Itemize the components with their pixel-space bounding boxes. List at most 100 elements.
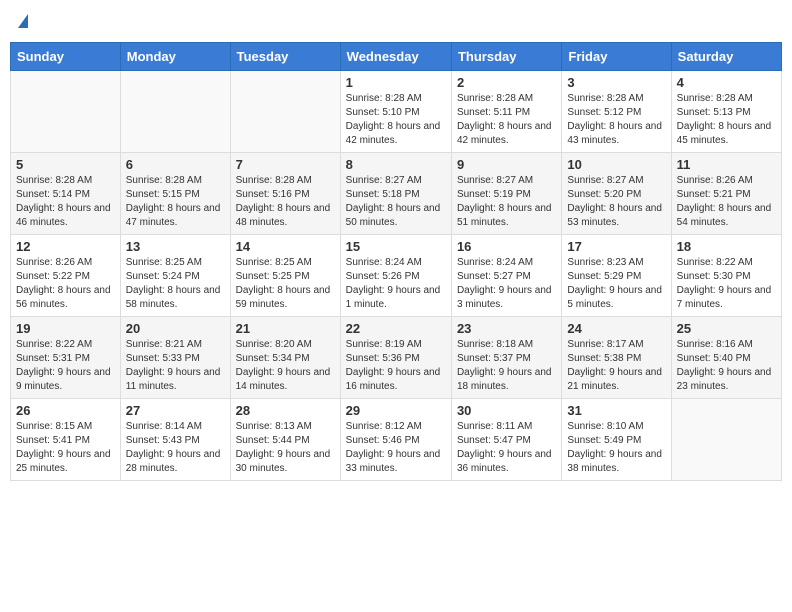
calendar-cell: 29 Sunrise: 8:12 AM Sunset: 5:46 PM Dayli… [340,399,451,481]
day-info: Sunrise: 8:27 AM Sunset: 5:18 PM Dayligh… [346,174,446,230]
day-number: 22 [346,321,446,336]
calendar-cell: 22 Sunrise: 8:19 AM Sunset: 5:36 PM Dayli… [340,317,451,399]
day-info: Sunrise: 8:28 AM Sunset: 5:16 PM Dayligh… [236,174,335,230]
logo [16,14,28,30]
day-number: 26 [16,403,115,418]
weekday-header-wednesday: Wednesday [340,43,451,71]
calendar-cell: 2 Sunrise: 8:28 AM Sunset: 5:11 PM Daylig… [451,71,561,153]
day-number: 17 [567,239,665,254]
day-number: 3 [567,75,665,90]
day-number: 14 [236,239,335,254]
day-number: 15 [346,239,446,254]
day-info: Sunrise: 8:25 AM Sunset: 5:25 PM Dayligh… [236,256,335,312]
day-info: Sunrise: 8:28 AM Sunset: 5:14 PM Dayligh… [16,174,115,230]
day-info: Sunrise: 8:11 AM Sunset: 5:47 PM Dayligh… [457,420,556,476]
calendar-cell [11,71,121,153]
day-number: 19 [16,321,115,336]
day-info: Sunrise: 8:14 AM Sunset: 5:43 PM Dayligh… [126,420,225,476]
day-info: Sunrise: 8:27 AM Sunset: 5:20 PM Dayligh… [567,174,665,230]
calendar-cell: 11Sunrise: 8:26 AM Sunset: 5:21 PM Dayli… [671,153,781,235]
calendar-cell: 25 Sunrise: 8:16 AM Sunset: 5:40 PM Dayli… [671,317,781,399]
calendar-cell: 21 Sunrise: 8:20 AM Sunset: 5:34 PM Dayli… [230,317,340,399]
calendar-cell: 12 Sunrise: 8:26 AM Sunset: 5:22 PM Dayli… [11,235,121,317]
weekday-header-monday: Monday [120,43,230,71]
day-number: 7 [236,157,335,172]
calendar-cell: 5 Sunrise: 8:28 AM Sunset: 5:14 PM Daylig… [11,153,121,235]
day-info: Sunrise: 8:12 AM Sunset: 5:46 PM Dayligh… [346,420,446,476]
day-number: 9 [457,157,556,172]
calendar-cell: 18 Sunrise: 8:22 AM Sunset: 5:30 PM Dayli… [671,235,781,317]
calendar-cell: 6 Sunrise: 8:28 AM Sunset: 5:15 PM Daylig… [120,153,230,235]
day-number: 25 [677,321,776,336]
day-info: Sunrise: 8:24 AM Sunset: 5:27 PM Dayligh… [457,256,556,312]
day-info: Sunrise: 8:21 AM Sunset: 5:33 PM Dayligh… [126,338,225,394]
day-number: 12 [16,239,115,254]
day-info: Sunrise: 8:18 AM Sunset: 5:37 PM Dayligh… [457,338,556,394]
day-number: 29 [346,403,446,418]
day-info: Sunrise: 8:28 AM Sunset: 5:10 PM Dayligh… [346,92,446,148]
weekday-header-sunday: Sunday [11,43,121,71]
day-info: Sunrise: 8:17 AM Sunset: 5:38 PM Dayligh… [567,338,665,394]
logo-triangle-icon [18,14,28,28]
day-info: Sunrise: 8:22 AM Sunset: 5:30 PM Dayligh… [677,256,776,312]
day-number: 6 [126,157,225,172]
calendar-cell: 28 Sunrise: 8:13 AM Sunset: 5:44 PM Dayli… [230,399,340,481]
calendar-cell: 1 Sunrise: 8:28 AM Sunset: 5:10 PM Daylig… [340,71,451,153]
day-number: 18 [677,239,776,254]
calendar-cell: 3 Sunrise: 8:28 AM Sunset: 5:12 PM Daylig… [562,71,671,153]
day-info: Sunrise: 8:20 AM Sunset: 5:34 PM Dayligh… [236,338,335,394]
weekday-header-saturday: Saturday [671,43,781,71]
calendar-table: SundayMondayTuesdayWednesdayThursdayFrid… [10,42,782,481]
day-number: 2 [457,75,556,90]
day-info: Sunrise: 8:26 AM Sunset: 5:21 PM Dayligh… [677,174,776,230]
calendar-week-row: 5 Sunrise: 8:28 AM Sunset: 5:14 PM Daylig… [11,153,782,235]
calendar-cell: 27 Sunrise: 8:14 AM Sunset: 5:43 PM Dayli… [120,399,230,481]
calendar-cell: 4 Sunrise: 8:28 AM Sunset: 5:13 PM Daylig… [671,71,781,153]
day-number: 21 [236,321,335,336]
day-number: 30 [457,403,556,418]
day-info: Sunrise: 8:16 AM Sunset: 5:40 PM Dayligh… [677,338,776,394]
weekday-header-thursday: Thursday [451,43,561,71]
calendar-cell [120,71,230,153]
day-info: Sunrise: 8:23 AM Sunset: 5:29 PM Dayligh… [567,256,665,312]
calendar-cell: 10Sunrise: 8:27 AM Sunset: 5:20 PM Dayli… [562,153,671,235]
day-info: Sunrise: 8:28 AM Sunset: 5:12 PM Dayligh… [567,92,665,148]
day-info: Sunrise: 8:28 AM Sunset: 5:15 PM Dayligh… [126,174,225,230]
day-number: 13 [126,239,225,254]
day-info: Sunrise: 8:19 AM Sunset: 5:36 PM Dayligh… [346,338,446,394]
calendar-week-row: 26 Sunrise: 8:15 AM Sunset: 5:41 PM Dayli… [11,399,782,481]
calendar-week-row: 12 Sunrise: 8:26 AM Sunset: 5:22 PM Dayli… [11,235,782,317]
day-info: Sunrise: 8:10 AM Sunset: 5:49 PM Dayligh… [567,420,665,476]
calendar-cell: 19Sunrise: 8:22 AM Sunset: 5:31 PM Dayli… [11,317,121,399]
day-info: Sunrise: 8:26 AM Sunset: 5:22 PM Dayligh… [16,256,115,312]
weekday-header-tuesday: Tuesday [230,43,340,71]
calendar-cell: 20 Sunrise: 8:21 AM Sunset: 5:33 PM Dayli… [120,317,230,399]
weekday-header-row: SundayMondayTuesdayWednesdayThursdayFrid… [11,43,782,71]
day-number: 4 [677,75,776,90]
day-info: Sunrise: 8:13 AM Sunset: 5:44 PM Dayligh… [236,420,335,476]
calendar-cell: 15Sunrise: 8:24 AM Sunset: 5:26 PM Dayli… [340,235,451,317]
calendar-cell: 9 Sunrise: 8:27 AM Sunset: 5:19 PM Daylig… [451,153,561,235]
day-number: 24 [567,321,665,336]
weekday-header-friday: Friday [562,43,671,71]
day-number: 5 [16,157,115,172]
day-number: 27 [126,403,225,418]
calendar-cell: 13 Sunrise: 8:25 AM Sunset: 5:24 PM Dayli… [120,235,230,317]
calendar-cell: 14 Sunrise: 8:25 AM Sunset: 5:25 PM Dayli… [230,235,340,317]
day-number: 20 [126,321,225,336]
day-info: Sunrise: 8:25 AM Sunset: 5:24 PM Dayligh… [126,256,225,312]
day-info: Sunrise: 8:28 AM Sunset: 5:13 PM Dayligh… [677,92,776,148]
day-info: Sunrise: 8:28 AM Sunset: 5:11 PM Dayligh… [457,92,556,148]
calendar-cell: 23Sunrise: 8:18 AM Sunset: 5:37 PM Dayli… [451,317,561,399]
calendar-cell: 31Sunrise: 8:10 AM Sunset: 5:49 PM Dayli… [562,399,671,481]
day-info: Sunrise: 8:27 AM Sunset: 5:19 PM Dayligh… [457,174,556,230]
calendar-week-row: 1 Sunrise: 8:28 AM Sunset: 5:10 PM Daylig… [11,71,782,153]
day-number: 28 [236,403,335,418]
calendar-week-row: 19Sunrise: 8:22 AM Sunset: 5:31 PM Dayli… [11,317,782,399]
day-number: 16 [457,239,556,254]
day-info: Sunrise: 8:15 AM Sunset: 5:41 PM Dayligh… [16,420,115,476]
calendar-cell: 26 Sunrise: 8:15 AM Sunset: 5:41 PM Dayli… [11,399,121,481]
day-number: 1 [346,75,446,90]
calendar-cell: 24 Sunrise: 8:17 AM Sunset: 5:38 PM Dayli… [562,317,671,399]
calendar-cell: 7 Sunrise: 8:28 AM Sunset: 5:16 PM Daylig… [230,153,340,235]
